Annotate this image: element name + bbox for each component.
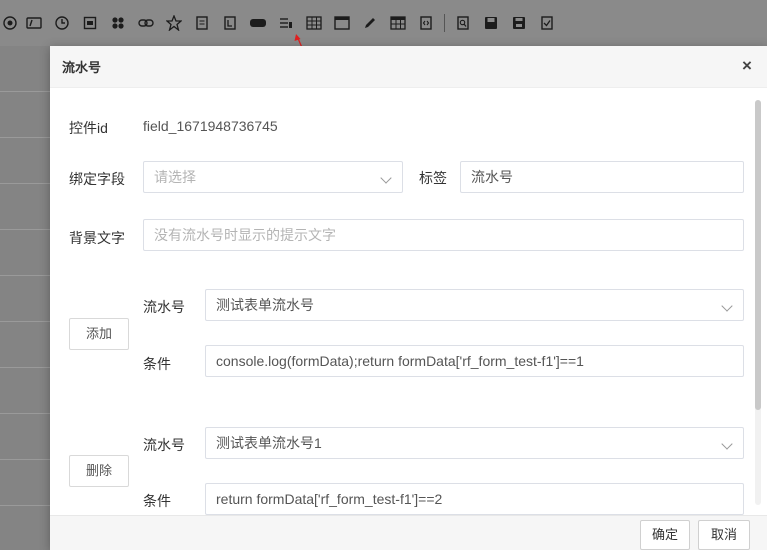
rule-2-serial-value: 测试表单流水号1: [216, 435, 322, 451]
flower-icon[interactable]: [104, 12, 132, 34]
rule-1-serial-select[interactable]: 测试表单流水号: [205, 289, 744, 321]
rule-2-serial-select[interactable]: 测试表单流水号1: [205, 427, 744, 459]
pill-icon[interactable]: [244, 12, 272, 34]
table-icon[interactable]: [384, 12, 412, 34]
control-id-value: field_1671948736745: [143, 118, 278, 134]
bg-text-placeholder: 没有流水号时显示的提示文字: [154, 227, 336, 243]
rule-2-serial-label: 流水号: [143, 437, 185, 453]
bind-field-select[interactable]: 请选择: [143, 161, 403, 193]
rule-2-condition-input[interactable]: return formData['rf_form_test-f1']==2: [205, 483, 744, 515]
rule-1-condition-value: console.log(formData);return formData['r…: [216, 353, 584, 369]
tag-icon[interactable]: [20, 12, 48, 34]
bg-text-input[interactable]: 没有流水号时显示的提示文字: [143, 219, 744, 251]
bind-field-label: 绑定字段: [69, 171, 125, 187]
scrollbar-thumb[interactable]: [755, 100, 761, 410]
rule-2-condition-value: return formData['rf_form_test-f1']==2: [216, 491, 443, 507]
dialog-footer: 确定 取消: [50, 515, 767, 550]
background-list: [0, 46, 50, 550]
bg-text-label: 背景文字: [69, 230, 125, 246]
save-as-icon[interactable]: [505, 12, 533, 34]
dialog-body: 控件id field_1671948736745 绑定字段 请选择 标签 流水号…: [50, 88, 767, 515]
pen-icon[interactable]: [356, 12, 384, 34]
eye-icon[interactable]: [0, 12, 20, 34]
add-rule-button[interactable]: 添加: [69, 318, 129, 350]
vertical-scrollbar[interactable]: [755, 100, 761, 505]
window-icon[interactable]: [328, 12, 356, 34]
tag-input[interactable]: 流水号: [460, 161, 744, 193]
checkbox-icon[interactable]: [533, 12, 561, 34]
bracket-icon[interactable]: [216, 12, 244, 34]
close-icon[interactable]: ×: [737, 56, 757, 76]
delete-rule-button[interactable]: 删除: [69, 455, 129, 487]
save-icon[interactable]: [477, 12, 505, 34]
dialog-title: 流水号: [62, 60, 102, 75]
cancel-button[interactable]: 取消: [698, 520, 750, 550]
star-icon[interactable]: [160, 12, 188, 34]
toolbar-separator: [444, 14, 445, 32]
clock-icon[interactable]: [48, 12, 76, 34]
rule-1-condition-label: 条件: [143, 356, 171, 372]
rule-1-serial-value: 测试表单流水号: [216, 297, 314, 313]
tag-input-value: 流水号: [471, 169, 513, 185]
tag-label: 标签: [419, 170, 447, 186]
file-code-icon[interactable]: [412, 12, 440, 34]
rule-1-serial-label: 流水号: [143, 299, 185, 315]
bind-field-placeholder: 请选择: [154, 169, 196, 185]
background-toolbar: [0, 0, 767, 46]
document-icon[interactable]: [188, 12, 216, 34]
preview-icon[interactable]: [449, 12, 477, 34]
dialog-header: 流水号 ×: [50, 46, 767, 88]
chevron-down-icon: [721, 300, 733, 312]
control-id-label: 控件id: [69, 120, 108, 136]
serial-number-dialog: 流水号 × 控件id field_1671948736745 绑定字段 请选择 …: [50, 46, 767, 550]
ok-button[interactable]: 确定: [640, 520, 690, 550]
chevron-down-icon: [380, 172, 392, 184]
chevron-down-icon: [721, 438, 733, 450]
rule-2-condition-label: 条件: [143, 493, 171, 509]
link-icon[interactable]: [132, 12, 160, 34]
calendar-icon[interactable]: [76, 12, 104, 34]
rule-1-condition-input[interactable]: console.log(formData);return formData['r…: [205, 345, 744, 377]
